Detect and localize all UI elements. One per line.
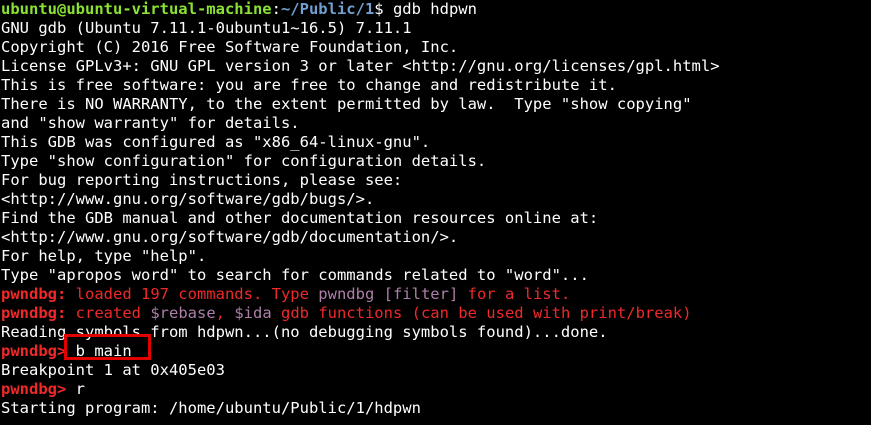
terminal-window[interactable]: ubuntu@ubuntu-virtual-machine:~/Public/1… bbox=[0, 0, 871, 425]
breakpoint-output-line: Breakpoint 1 at 0x405e03 bbox=[1, 361, 225, 379]
output-line: GNU gdb (Ubuntu 7.11.1-0ubuntu1~16.5) 7.… bbox=[1, 19, 412, 37]
output-line: For bug reporting instructions, please s… bbox=[1, 171, 403, 189]
pwndbg-prefix: pwndbg: bbox=[1, 285, 67, 303]
pwndbg-created-line: pwndbg: created $rebase, $ida gdb functi… bbox=[1, 304, 871, 323]
output-line: <http://www.gnu.org/software/gdb/documen… bbox=[1, 228, 459, 246]
run-command: r bbox=[66, 380, 85, 398]
pwndbg-loaded-line: pwndbg: loaded 197 commands. Type pwndbg… bbox=[1, 285, 871, 304]
pwndbg-prefix: pwndbg: bbox=[1, 304, 67, 322]
ida-function: $ida bbox=[234, 304, 272, 322]
prompt-dollar: $ bbox=[374, 0, 393, 18]
current-path: ~/Public/1 bbox=[280, 0, 375, 18]
output-line: License GPLv3+: GNU GPL version 3 or lat… bbox=[1, 57, 720, 75]
shell-prompt-line: ubuntu@ubuntu-virtual-machine:~/Public/1… bbox=[1, 0, 871, 19]
pwndbg-prompt: pwndbg> bbox=[1, 342, 67, 360]
output-line: There is NO WARRANTY, to the extent perm… bbox=[1, 95, 692, 113]
pwndbg-created-text: created bbox=[66, 304, 151, 322]
pwndbg-filter-arg: [filter] bbox=[374, 285, 459, 303]
pwndbg-command-name: pwndbg bbox=[318, 285, 375, 303]
output-line: Type "show configuration" for configurat… bbox=[1, 152, 487, 170]
annotation-highlight-box bbox=[64, 334, 151, 360]
shell-command: gdb hdpwn bbox=[392, 0, 477, 18]
prompt-separator: : bbox=[271, 0, 281, 18]
output-line: Find the GDB manual and other documentat… bbox=[1, 209, 599, 227]
pwndbg-prompt: pwndbg> bbox=[1, 380, 67, 398]
starting-program-line: Starting program: /home/ubuntu/Public/1/… bbox=[1, 399, 421, 417]
pwndbg-loaded-suffix: for a list. bbox=[458, 285, 571, 303]
output-line: Type "apropos word" to search for comman… bbox=[1, 266, 589, 284]
pwndbg-created-suffix: gdb functions (can be used with print/br… bbox=[271, 304, 692, 322]
output-line: For help, type "help". bbox=[1, 247, 207, 265]
pwndbg-run-command-line: pwndbg> r bbox=[1, 380, 871, 399]
output-line: This is free software: you are free to c… bbox=[1, 76, 617, 94]
pwndbg-loaded-text: loaded 197 commands. Type bbox=[66, 285, 319, 303]
output-line: Copyright (C) 2016 Free Software Foundat… bbox=[1, 38, 459, 56]
output-line: and "show warranty" for details. bbox=[1, 114, 300, 132]
user-host: ubuntu@ubuntu-virtual-machine bbox=[1, 0, 272, 18]
output-line: This GDB was configured as "x86_64-linux… bbox=[1, 133, 431, 151]
output-line: <http://www.gnu.org/software/gdb/bugs/>. bbox=[1, 190, 375, 208]
rebase-function: $rebase bbox=[150, 304, 216, 322]
pwndbg-created-comma: , bbox=[215, 304, 235, 322]
